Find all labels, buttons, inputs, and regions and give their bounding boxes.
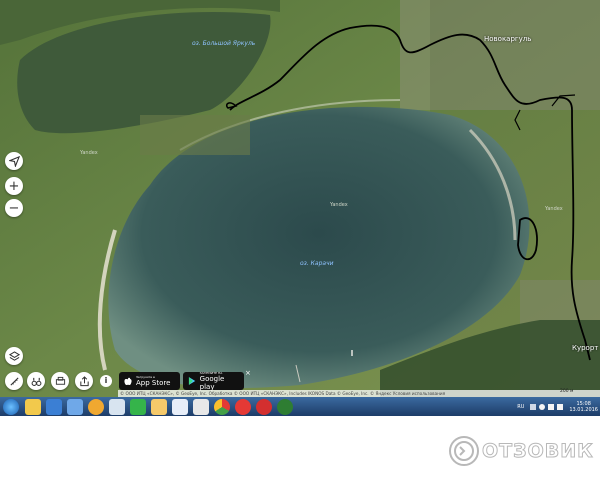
zoom-in-button[interactable]: + — [5, 177, 23, 195]
otzovik-logo-icon — [449, 436, 479, 466]
otzovik-logo-text: ОТЗОВИК — [482, 440, 594, 463]
opera-icon[interactable] — [256, 398, 272, 415]
yandex-browser-icon[interactable] — [235, 398, 251, 415]
aimp-icon[interactable] — [88, 398, 104, 415]
windows-taskbar: RU 15:08 13.01.2016 — [0, 397, 600, 416]
volume-icon[interactable] — [557, 403, 564, 410]
lake-label-main: оз. Карачи — [300, 260, 334, 267]
spreadsheet-icon[interactable] — [109, 398, 125, 415]
clock[interactable]: 15:08 13.01.2016 — [569, 401, 598, 413]
google-play-icon — [188, 377, 196, 385]
google-play-button[interactable]: ЗАГРУЗИТЕ НА Google play — [183, 371, 244, 391]
close-promo-button[interactable]: × — [245, 369, 251, 377]
satellite-map[interactable]: оз. Большой Яркуль оз. Карачи Новокаргул… — [0, 0, 600, 397]
zoom-out-button[interactable]: − — [5, 199, 23, 217]
feather-icon[interactable] — [277, 398, 293, 415]
otzovik-logo: ОТЗОВИК — [448, 435, 594, 467]
binoculars-icon[interactable] — [27, 372, 45, 390]
village-label-south: Курорт — [572, 344, 599, 352]
google-play-label: Google play — [199, 375, 225, 391]
paint-icon[interactable] — [172, 398, 188, 415]
yandex-watermark: Yandex — [545, 206, 563, 212]
explorer-folder-icon[interactable] — [25, 398, 41, 415]
system-tray: RU 15:08 13.01.2016 — [517, 397, 598, 416]
folder-icon[interactable] — [151, 398, 167, 415]
apple-icon — [124, 377, 132, 386]
village-label-north: Новокаргуль — [484, 35, 532, 43]
calculator-icon[interactable] — [130, 398, 146, 415]
layers-icon[interactable] — [5, 347, 23, 365]
print-icon[interactable] — [51, 372, 69, 390]
info-button[interactable]: i — [100, 375, 112, 387]
tray-up-icon[interactable] — [530, 403, 537, 410]
app-store-button[interactable]: Загрузите в App Store — [119, 372, 180, 390]
navigation-arrow-icon[interactable] — [5, 152, 23, 170]
media-player-icon[interactable] — [46, 398, 62, 415]
share-icon[interactable] — [75, 372, 93, 390]
ruler-icon[interactable] — [5, 372, 23, 390]
yandex-watermark: Yandex — [330, 202, 348, 208]
satellite-imagery — [0, 0, 600, 397]
lake-label-north: оз. Большой Яркуль — [192, 40, 256, 47]
map-copyright: © ООО ИТЦ «СКАНЭКС», © GeoEye, Inc. Обра… — [118, 390, 600, 397]
language-indicator[interactable]: RU — [517, 404, 524, 410]
yandex-watermark: Yandex — [80, 150, 98, 156]
speaker-app-icon[interactable] — [67, 398, 83, 415]
app-store-label: App Store — [136, 379, 171, 387]
copyright-text: © ООО ИТЦ «СКАНЭКС», © GeoEye, Inc. Обра… — [120, 391, 446, 396]
flag-icon[interactable] — [548, 403, 555, 410]
network-icon[interactable] — [539, 403, 546, 410]
clock-date: 13.01.2016 — [569, 406, 598, 413]
screen: оз. Большой Яркуль оз. Карачи Новокаргул… — [0, 0, 600, 480]
scale-label: 200 м — [560, 389, 574, 394]
start-button[interactable] — [3, 398, 19, 415]
music-icon[interactable] — [193, 398, 209, 415]
chrome-icon[interactable] — [214, 398, 230, 415]
